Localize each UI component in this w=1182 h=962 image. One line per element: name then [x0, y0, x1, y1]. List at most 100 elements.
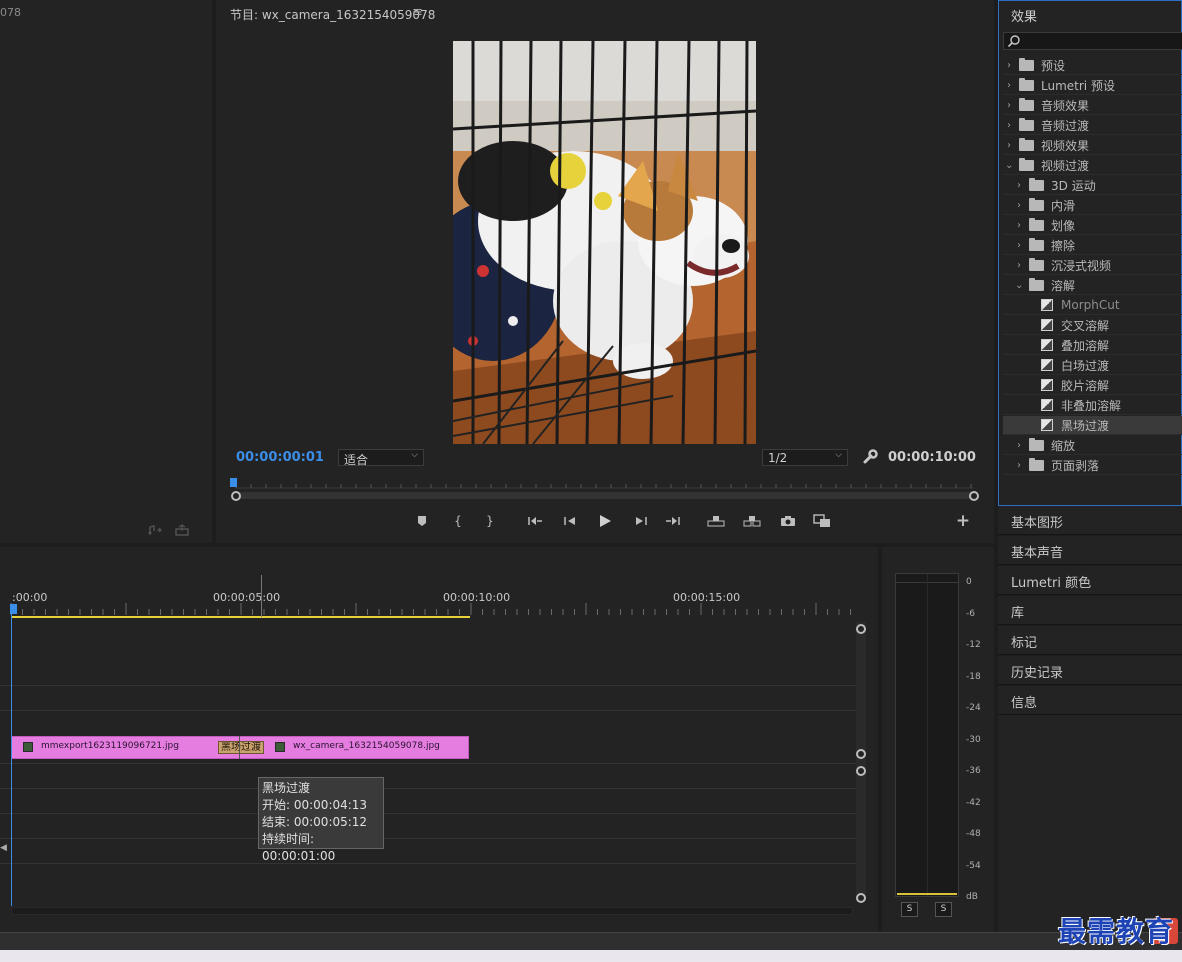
effect-folder[interactable]: ⌄ 溶解 — [1003, 276, 1182, 295]
audio-only-icon[interactable] — [148, 524, 162, 536]
effects-search-input[interactable] — [1003, 32, 1182, 50]
chevron-right-icon[interactable]: › — [1015, 180, 1023, 191]
effect-item[interactable]: 交叉溶解 — [1003, 316, 1182, 335]
chevron-right-icon[interactable]: › — [1005, 100, 1013, 111]
chevron-right-icon[interactable]: › — [1015, 460, 1023, 471]
scroll-handle[interactable] — [856, 766, 866, 776]
effect-item[interactable]: MorphCut — [1003, 296, 1182, 315]
tree-item-label: 胶片溶解 — [1061, 378, 1110, 393]
chevron-right-icon[interactable]: › — [1015, 200, 1023, 211]
collapsed-panel-tab[interactable]: Lumetri 颜色 — [998, 566, 1182, 595]
scroll-handle[interactable] — [856, 624, 866, 634]
tree-item-label: 溶解 — [1051, 278, 1076, 293]
playhead-handle[interactable] — [10, 604, 17, 614]
add-button-icon[interactable]: + — [954, 511, 972, 531]
effect-folder[interactable]: › 划像 — [1003, 216, 1182, 235]
chevron-right-icon[interactable]: › — [1005, 60, 1013, 71]
collapsed-panel-tab[interactable]: 基本图形 — [998, 506, 1182, 535]
collapsed-panel-tab[interactable]: 历史记录 — [998, 656, 1182, 685]
level-floor — [897, 893, 957, 895]
current-timecode[interactable]: 00:00:00:01 — [236, 450, 324, 465]
chevron-right-icon[interactable]: › — [1005, 140, 1013, 151]
scroll-handle[interactable] — [856, 893, 866, 903]
export-frame-icon[interactable] — [175, 524, 189, 536]
zoom-fit-dropdown[interactable]: 适合 ⌵ — [338, 449, 424, 467]
chevron-right-icon[interactable]: › — [1005, 80, 1013, 91]
effect-folder[interactable]: › 音频过渡 — [1003, 116, 1182, 135]
playhead-line[interactable] — [11, 604, 12, 906]
track-divider — [0, 710, 856, 711]
collapsed-panel-tab[interactable]: 库 — [998, 596, 1182, 625]
program-monitor-title: 节目: wx_camera_1632154059078 — [230, 8, 436, 22]
chevron-right-icon[interactable]: › — [1015, 440, 1023, 451]
tree-item-label: 3D 运动 — [1051, 178, 1096, 193]
scroll-handle[interactable] — [856, 749, 866, 759]
effect-folder[interactable]: › 内滑 — [1003, 196, 1182, 215]
track-edge-arrow-icon: ◀ — [0, 843, 7, 853]
effect-item[interactable]: 胶片溶解 — [1003, 376, 1182, 395]
collapsed-panel-tab[interactable]: 标记 — [998, 626, 1182, 655]
tree-item-label: 视频过渡 — [1041, 158, 1090, 173]
tree-item-label: MorphCut — [1061, 298, 1120, 312]
chevron-down-icon[interactable]: ⌄ — [1015, 280, 1023, 291]
track-divider — [0, 838, 856, 839]
playback-scrubber[interactable] — [230, 476, 980, 502]
track-divider — [0, 763, 856, 764]
step-forward-icon[interactable] — [632, 512, 650, 530]
effect-folder[interactable]: › 音频效果 — [1003, 96, 1182, 115]
tree-item-label: 页面剥落 — [1051, 458, 1100, 473]
transport-controls: { } + — [216, 511, 994, 532]
effect-folder[interactable]: › Lumetri 预设 — [1003, 76, 1182, 95]
compare-view-icon[interactable] — [812, 512, 832, 530]
tree-item-label: 划像 — [1051, 218, 1076, 233]
collapsed-panel-tab[interactable]: 基本声音 — [998, 536, 1182, 565]
tree-item-label: 白场过渡 — [1061, 358, 1110, 373]
playback-resolution-dropdown[interactable]: 1/2 ⌵ — [762, 449, 848, 466]
panel-menu-icon[interactable]: ≡ — [412, 5, 423, 20]
mark-out-icon[interactable]: } — [484, 512, 496, 530]
chevron-right-icon[interactable]: › — [1015, 240, 1023, 251]
chevron-down-icon[interactable]: ⌄ — [1005, 160, 1013, 171]
effect-item[interactable]: 叠加溶解 — [1003, 336, 1182, 355]
vertical-scrollbar[interactable] — [856, 622, 866, 900]
chevron-right-icon[interactable]: › — [1015, 260, 1023, 271]
collapsed-panel-tab[interactable]: 信息 — [998, 686, 1182, 715]
effect-folder[interactable]: ⌄ 视频过渡 — [1003, 156, 1182, 175]
horizontal-scrollbar[interactable] — [11, 907, 853, 915]
settings-wrench-icon[interactable] — [862, 449, 878, 465]
go-to-out-icon[interactable] — [664, 512, 682, 530]
effect-item[interactable]: 非叠加溶解 — [1003, 396, 1182, 415]
effect-folder[interactable]: › 擦除 — [1003, 236, 1182, 255]
effect-folder[interactable]: › 预设 — [1003, 56, 1182, 75]
tooltip-title: 黑场过渡 — [262, 781, 311, 795]
extract-icon[interactable] — [742, 512, 762, 530]
chevron-right-icon[interactable]: › — [1015, 220, 1023, 231]
effect-item[interactable]: 白场过渡 — [1003, 356, 1182, 375]
transition-block[interactable]: 黑场过渡 — [218, 741, 264, 754]
transition-effect-icon — [1041, 399, 1053, 411]
track-divider — [0, 788, 856, 789]
solo-right-button[interactable]: S — [935, 902, 952, 917]
play-icon[interactable] — [596, 512, 614, 530]
tree-item-label: 音频过渡 — [1041, 118, 1090, 133]
effect-item[interactable]: 黑场过渡 — [1003, 416, 1182, 435]
effect-folder[interactable]: › 沉浸式视频 — [1003, 256, 1182, 275]
camera-icon[interactable] — [779, 512, 797, 530]
effect-folder[interactable]: › 缩放 — [1003, 436, 1182, 455]
effect-folder[interactable]: › 视频效果 — [1003, 136, 1182, 155]
add-marker-icon[interactable] — [416, 512, 428, 530]
track-divider — [0, 813, 856, 814]
search-icon — [1007, 35, 1020, 48]
go-to-in-icon[interactable] — [526, 512, 544, 530]
program-monitor-panel: 节目: wx_camera_1632154059078 ≡ 00:00:00:0… — [216, 0, 994, 543]
lift-icon[interactable] — [706, 512, 726, 530]
tree-item-label: 交叉溶解 — [1061, 318, 1110, 333]
solo-left-button[interactable]: S — [901, 902, 918, 917]
ruler-label: 00:00:05:00 — [213, 591, 281, 604]
effect-folder[interactable]: › 3D 运动 — [1003, 176, 1182, 195]
folder-icon — [1019, 137, 1034, 151]
step-back-icon[interactable] — [561, 512, 579, 530]
effect-folder[interactable]: › 页面剥落 — [1003, 456, 1182, 475]
mark-in-icon[interactable]: { — [452, 512, 464, 530]
chevron-right-icon[interactable]: › — [1005, 120, 1013, 131]
